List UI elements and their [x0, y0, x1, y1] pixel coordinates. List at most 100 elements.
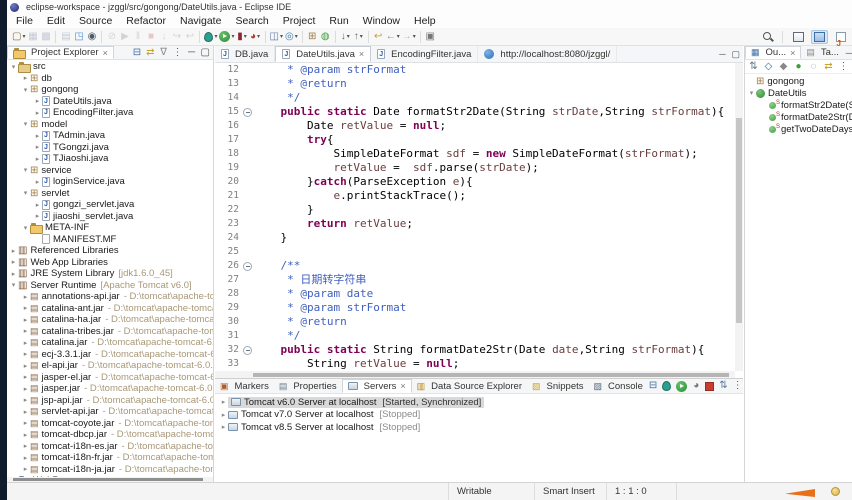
expand-expander-icon[interactable]: ▸ — [219, 411, 228, 419]
tree-item[interactable]: ▸ecj-3.3.1.jar- D:\tomcat\apache-tomcat-… — [7, 349, 213, 361]
tree-item[interactable]: ▾src — [7, 61, 213, 73]
skip-breakpoints-icon[interactable]: ⊘ — [105, 30, 118, 44]
menu-edit[interactable]: Edit — [40, 15, 72, 27]
expand-expander-icon[interactable]: ▸ — [21, 362, 30, 370]
minimize-icon[interactable]: ─ — [844, 46, 852, 60]
code-line[interactable]: 27 * 日期转字符串 — [215, 273, 735, 287]
code-line[interactable]: 23 return retValue; — [215, 217, 735, 231]
code-line[interactable]: 22 } — [215, 203, 735, 217]
server-row[interactable]: ▸Tomcat v6.0 Server at localhost[Started… — [215, 396, 743, 409]
tab-properties[interactable]: Properties — [274, 379, 342, 393]
code-line[interactable]: 30 * @return — [215, 315, 735, 329]
close-icon[interactable]: × — [359, 49, 364, 59]
tree-item[interactable]: SgetTwoDateDays(Da — [745, 123, 852, 135]
back-icon[interactable]: ←▾ — [385, 30, 401, 44]
profile-icon[interactable]: ◕▾ — [249, 30, 262, 44]
menu-search[interactable]: Search — [228, 15, 275, 27]
menu-run[interactable]: Run — [322, 15, 355, 27]
vscrollbar-thumb[interactable] — [736, 118, 742, 323]
server-row[interactable]: ▸Tomcat v7.0 Server at localhost[Stopped… — [215, 409, 743, 422]
tree-item[interactable]: ▸jasper-el.jar- D:\tomcat\apache-tomcat-… — [7, 372, 213, 384]
code-line[interactable]: 20 }catch(ParseException e){ — [215, 175, 735, 189]
code-line[interactable]: 21 e.printStackTrace(); — [215, 189, 735, 203]
tab-encodingfilter-java[interactable]: EncodingFilter.java — [371, 46, 478, 62]
filter-icon[interactable]: ∇ — [159, 46, 169, 60]
expand-expander-icon[interactable]: ▸ — [33, 201, 42, 209]
collapse-expander-icon[interactable]: ▾ — [747, 89, 756, 97]
menu-window[interactable]: Window — [356, 15, 407, 27]
debug-icon[interactable]: ▾ — [203, 30, 218, 44]
expand-expander-icon[interactable]: ▸ — [33, 155, 42, 163]
prev-annotation-icon[interactable]: ↑▾ — [352, 30, 365, 44]
fold-collapse-icon[interactable] — [241, 105, 254, 119]
tree-item[interactable]: MANIFEST.MF — [7, 234, 213, 246]
menu-project[interactable]: Project — [276, 15, 323, 27]
notification-bell-icon[interactable] — [831, 487, 840, 496]
step-into-icon[interactable]: ↓ — [157, 30, 170, 44]
expand-expander-icon[interactable]: ▸ — [219, 423, 228, 431]
expand-expander-icon[interactable]: ▸ — [9, 270, 18, 278]
tree-item[interactable]: ▸tomcat-i18n-es.jar- D:\tomcat\apache-to… — [7, 441, 213, 453]
expand-expander-icon[interactable]: ▸ — [33, 143, 42, 151]
tree-item[interactable]: ▸tomcat-coyote.jar- D:\tomcat\apache-tom… — [7, 418, 213, 430]
resume-icon[interactable]: ▶ — [118, 30, 131, 44]
menu-source[interactable]: Source — [72, 15, 119, 27]
link-with-editor-icon[interactable]: ⇄ — [145, 46, 155, 60]
tab-servers[interactable]: Servers× — [342, 379, 412, 393]
close-icon[interactable]: × — [400, 381, 405, 391]
web-browser-icon[interactable]: ◳ — [72, 30, 85, 44]
perspective-javaee-button[interactable] — [811, 30, 828, 44]
maximize-icon[interactable]: ▢ — [730, 47, 741, 61]
tab-markers[interactable]: Markers — [215, 379, 274, 393]
save-all-icon[interactable]: ▩ — [39, 30, 52, 44]
collapse-expander-icon[interactable]: ▾ — [21, 224, 30, 232]
quick-access-search-icon[interactable] — [761, 30, 775, 44]
collapse-all-icon[interactable]: ⊟ — [132, 46, 142, 60]
code-line[interactable]: 19 retValue = sdf.parse(strDate); — [215, 161, 735, 175]
tree-item[interactable]: ▾META-INF — [7, 222, 213, 234]
menu-help[interactable]: Help — [407, 15, 443, 27]
menu-refactor[interactable]: Refactor — [119, 15, 173, 27]
hide-non-public-icon[interactable]: ● — [792, 60, 805, 74]
tree-item[interactable]: ▸JRE System Library[jdk1.6.0_45] — [7, 268, 213, 280]
tree-item[interactable]: ▸jiaoshi_servlet.java — [7, 211, 213, 223]
tree-item[interactable]: ▸loginService.java — [7, 176, 213, 188]
publish-server-icon[interactable]: ⇅ — [718, 379, 728, 393]
code-line[interactable]: 14 */ — [215, 91, 735, 105]
code-line[interactable]: 26 /** — [215, 259, 735, 273]
code-line[interactable]: 32 public static String formatDate2Str(D… — [215, 343, 735, 357]
new-web-project-icon[interactable]: ◫▾ — [269, 30, 284, 44]
forward-icon[interactable]: →▾ — [401, 30, 417, 44]
tree-item[interactable]: ▸tomcat-i18n-ja.jar- D:\tomcat\apache-to… — [7, 464, 213, 476]
tree-item[interactable]: ▸Referenced Libraries — [7, 245, 213, 257]
tree-item[interactable]: ▸TJiaoshi.java — [7, 153, 213, 165]
menu-file[interactable]: File — [9, 15, 40, 27]
code-line[interactable]: 29 * @param strFormat — [215, 301, 735, 315]
tab-db-java[interactable]: DB.java — [215, 46, 275, 62]
tree-item[interactable]: ▸Web App Libraries — [7, 257, 213, 269]
close-icon[interactable]: × — [790, 48, 795, 58]
tree-item[interactable]: ▸tomcat-i18n-fr.jar- D:\tomcat\apache-to… — [7, 452, 213, 464]
hide-fields-icon[interactable]: ◇ — [762, 60, 775, 74]
tab-ta-[interactable]: Ta... — [801, 46, 843, 59]
hscrollbar-thumb[interactable] — [13, 478, 203, 481]
tree-item[interactable]: ▸jsp-api.jar- D:\tomcat\apache-tomcat-6.… — [7, 395, 213, 407]
run-icon[interactable]: ▾ — [218, 30, 235, 44]
minimize-icon[interactable]: ─ — [717, 47, 727, 61]
code-line[interactable]: 28 * @param date — [215, 287, 735, 301]
expand-expander-icon[interactable]: ▸ — [33, 178, 42, 186]
tree-item[interactable]: ▸TGongzi.java — [7, 142, 213, 154]
expand-expander-icon[interactable]: ▸ — [33, 109, 42, 117]
tree-item[interactable]: ▾model — [7, 119, 213, 131]
code-line[interactable]: 31 */ — [215, 329, 735, 343]
collapse-all-icon[interactable]: ⊟ — [648, 379, 658, 393]
tree-item[interactable]: SformatDate2Str(Date — [745, 111, 852, 123]
minimize-icon[interactable]: ─ — [187, 46, 197, 60]
view-menu-icon[interactable]: ⋮ — [172, 46, 184, 60]
tree-item[interactable]: ▸catalina.jar- D:\tomcat\apache-tomcat-6… — [7, 337, 213, 349]
expand-expander-icon[interactable]: ▸ — [21, 408, 30, 416]
expand-expander-icon[interactable]: ▸ — [21, 385, 30, 393]
expand-expander-icon[interactable]: ▸ — [33, 212, 42, 220]
collapse-expander-icon[interactable]: ▾ — [9, 63, 18, 71]
tab-project-explorer[interactable]: Project Explorer × — [7, 46, 114, 59]
